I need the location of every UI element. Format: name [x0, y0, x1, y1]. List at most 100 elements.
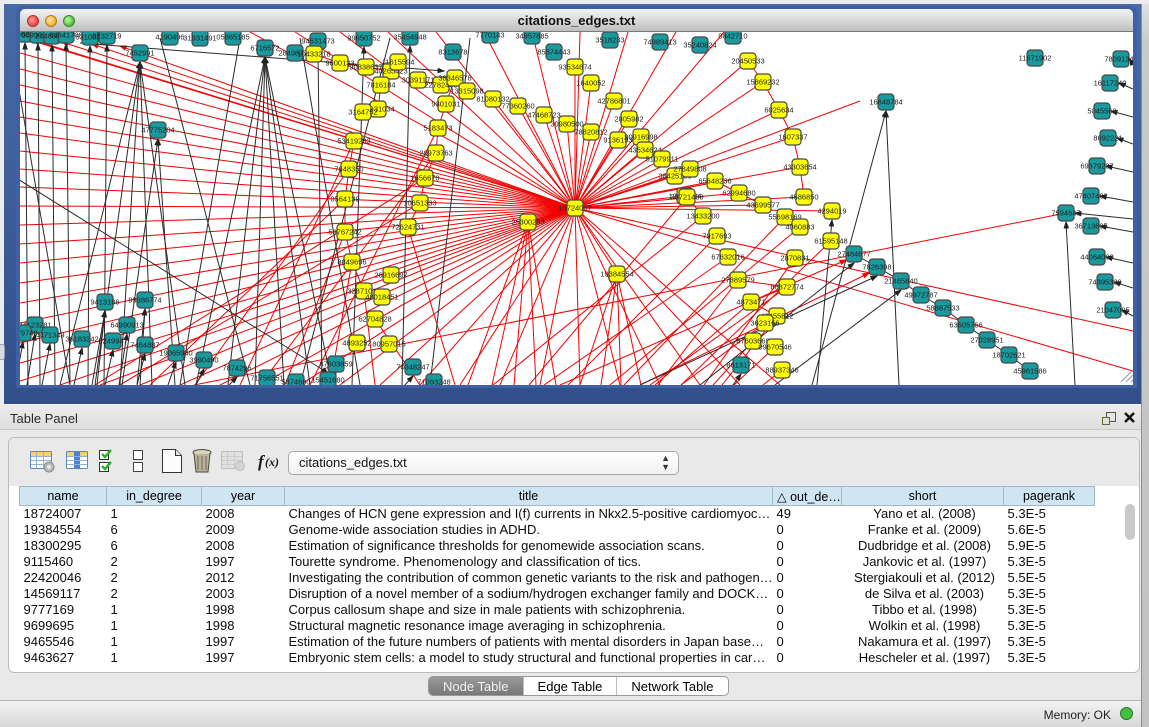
- svg-text:19065940: 19065940: [159, 349, 192, 358]
- svg-text:13433200: 13433200: [686, 212, 719, 221]
- svg-text:78091343: 78091343: [1104, 55, 1133, 64]
- svg-text:35240824: 35240824: [683, 41, 716, 50]
- svg-text:21465840: 21465840: [884, 277, 917, 286]
- svg-text:61595148: 61595148: [814, 237, 847, 246]
- svg-text:4294019: 4294019: [817, 207, 846, 216]
- svg-text:7594647: 7594647: [1051, 209, 1080, 218]
- svg-text:3623166: 3623166: [750, 319, 779, 328]
- svg-text:36183242: 36183242: [65, 335, 98, 344]
- svg-text:5183473: 5183473: [423, 124, 452, 133]
- svg-text:5674680: 5674680: [281, 378, 310, 386]
- svg-text:8692221: 8692221: [1093, 134, 1122, 143]
- svg-text:62994680: 62994680: [722, 189, 755, 198]
- svg-text:88937346: 88937346: [765, 366, 798, 375]
- svg-text:99650752: 99650752: [347, 34, 380, 43]
- svg-text:71756551: 71756551: [250, 374, 283, 383]
- svg-text:74989413: 74989413: [643, 38, 676, 47]
- svg-text:47407482: 47407482: [1074, 192, 1107, 201]
- svg-text:0564139: 0564139: [330, 195, 359, 204]
- svg-text:15869232: 15869232: [746, 78, 779, 87]
- svg-text:2870831: 2870831: [780, 254, 809, 263]
- svg-text:29973763: 29973763: [419, 149, 452, 158]
- svg-text:16648784: 16648784: [869, 98, 902, 107]
- svg-text:67632016: 67632016: [711, 253, 744, 262]
- svg-text:26916697: 26916697: [374, 271, 407, 280]
- svg-text:15451680: 15451680: [311, 376, 344, 385]
- svg-text:70348247: 70348247: [396, 363, 429, 372]
- svg-text:99386774: 99386774: [128, 296, 161, 305]
- svg-text:7464887: 7464887: [130, 341, 159, 350]
- svg-text:80957015: 80957015: [372, 340, 405, 349]
- svg-text:(x): (x): [265, 455, 279, 469]
- svg-text:90916998: 90916998: [624, 133, 657, 142]
- svg-text:7874296: 7874296: [222, 364, 251, 373]
- svg-text:43699577: 43699577: [746, 201, 779, 210]
- svg-text:4060883: 4060883: [785, 223, 814, 232]
- svg-text:8313678: 8313678: [438, 48, 467, 57]
- svg-text:38721489: 38721489: [670, 193, 703, 202]
- svg-text:1640052: 1640052: [576, 79, 605, 88]
- svg-text:87603859: 87603859: [319, 360, 352, 369]
- svg-text:62704828: 62704828: [358, 315, 391, 324]
- svg-text:4893252: 4893252: [342, 339, 371, 348]
- svg-text:3990490: 3990490: [189, 356, 218, 365]
- svg-text:48018451: 48018451: [365, 293, 398, 302]
- svg-text:74395339: 74395339: [1088, 278, 1121, 287]
- svg-text:0249947: 0249947: [98, 337, 127, 346]
- svg-text:43303654: 43303654: [783, 163, 816, 172]
- svg-text:6716572: 6716572: [250, 44, 279, 53]
- svg-text:36713695: 36713695: [1074, 222, 1107, 231]
- svg-text:7917693: 7917693: [702, 232, 731, 241]
- svg-text:69379237: 69379237: [1080, 162, 1113, 171]
- svg-text:05865185: 05865185: [216, 33, 249, 42]
- svg-text:7648350: 7648350: [334, 165, 363, 174]
- svg-text:42786801: 42786801: [597, 97, 630, 106]
- svg-text:94531473: 94531473: [301, 37, 334, 46]
- svg-text:47468723: 47468723: [527, 111, 560, 120]
- svg-text:27849808: 27849808: [673, 165, 706, 174]
- svg-text:3518233: 3518233: [595, 36, 624, 45]
- svg-text:10433218: 10433218: [297, 50, 330, 59]
- svg-text:18724007: 18724007: [558, 204, 591, 213]
- svg-text:49972787: 49972787: [904, 291, 937, 300]
- svg-text:44064090: 44064090: [1080, 253, 1113, 262]
- svg-text:64990913: 64990913: [110, 321, 143, 330]
- svg-text:58867533: 58867533: [926, 304, 959, 313]
- svg-text:18702621: 18702621: [992, 351, 1025, 360]
- svg-text:31931491: 31931491: [183, 34, 216, 43]
- svg-text:27889579: 27889579: [721, 276, 754, 285]
- svg-text:4586850: 4586850: [789, 193, 818, 202]
- svg-text:93534874: 93534874: [558, 63, 591, 72]
- svg-text:27028951: 27028951: [970, 336, 1003, 345]
- svg-text:7826398: 7826398: [862, 263, 891, 272]
- svg-text:8613171: 8613171: [726, 361, 755, 370]
- svg-text:4873471: 4873471: [736, 298, 765, 307]
- svg-text:4471349: 4471349: [35, 331, 64, 340]
- svg-text:85574443: 85574443: [537, 48, 570, 57]
- svg-text:72624731: 72624731: [391, 223, 424, 232]
- svg-text:77360260: 77360260: [501, 102, 534, 111]
- svg-text:6025634: 6025634: [764, 106, 793, 115]
- svg-text:16117240: 16117240: [1094, 79, 1127, 88]
- svg-text:9301031: 9301031: [431, 100, 460, 109]
- svg-text:3164752: 3164752: [348, 108, 377, 117]
- svg-text:34957885: 34957885: [515, 32, 548, 41]
- svg-text:71093248: 71093248: [417, 378, 450, 386]
- svg-text:35454948: 35454948: [393, 33, 426, 42]
- svg-text:19384554: 19384554: [600, 270, 633, 279]
- svg-text:38346578: 38346578: [438, 74, 471, 83]
- svg-text:21047095: 21047095: [1096, 306, 1129, 315]
- svg-text:11615594: 11615594: [382, 58, 415, 67]
- svg-text:9413186: 9413186: [90, 298, 119, 307]
- svg-text:09670546: 09670546: [758, 343, 791, 352]
- svg-text:45961586: 45961586: [1013, 367, 1046, 376]
- svg-text:2805982: 2805982: [614, 115, 643, 124]
- svg-text:47775204: 47775204: [141, 126, 174, 135]
- svg-text:7452991: 7452991: [125, 49, 154, 58]
- svg-text:9232719: 9232719: [92, 32, 121, 41]
- svg-text:5045562: 5045562: [1087, 107, 1116, 116]
- svg-text:7816184: 7816184: [366, 81, 395, 90]
- svg-text:1656670: 1656670: [410, 174, 439, 183]
- svg-text:25300293: 25300293: [511, 218, 544, 227]
- svg-text:10651333: 10651333: [403, 199, 436, 208]
